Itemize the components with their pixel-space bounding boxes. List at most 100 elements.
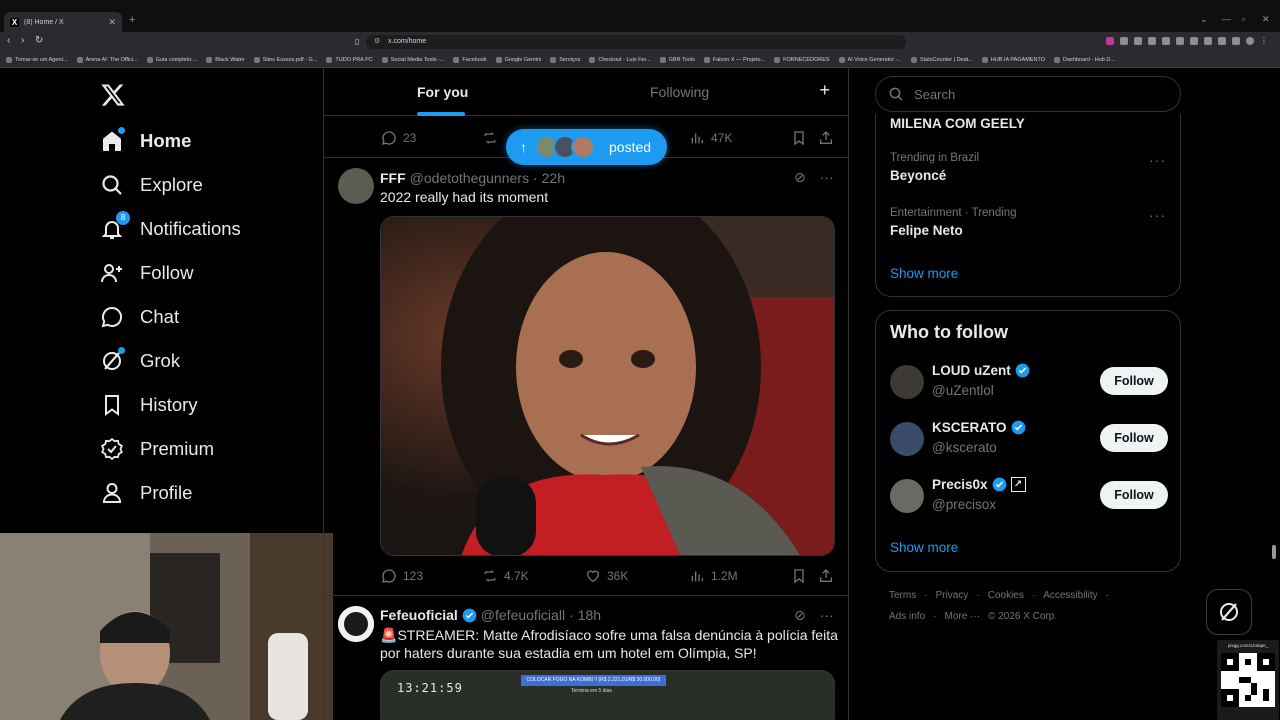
follow-suggestion[interactable]: LOUD uZent @uZentlol Follow bbox=[890, 363, 1168, 403]
trend-item[interactable]: Trending in Brazil Beyoncé bbox=[890, 152, 979, 183]
nav-follow[interactable]: Follow bbox=[100, 258, 193, 288]
maximize-icon[interactable]: ▫ bbox=[1242, 14, 1245, 24]
tweet-media-video[interactable] bbox=[380, 216, 835, 556]
forward-icon[interactable]: › bbox=[21, 35, 24, 46]
menu-icon[interactable]: ⋮ bbox=[1260, 37, 1268, 45]
more-options-icon[interactable]: ··· bbox=[820, 607, 834, 624]
extension-icon[interactable] bbox=[1232, 37, 1240, 45]
footer-link-more[interactable]: More ··· bbox=[944, 611, 980, 622]
nav-grok[interactable]: Grok bbox=[100, 346, 180, 376]
grok-icon[interactable]: ⊘ bbox=[794, 607, 806, 624]
new-tab-icon[interactable]: + bbox=[129, 14, 135, 26]
nav-home[interactable]: Home bbox=[100, 126, 191, 156]
back-icon[interactable]: ‹ bbox=[7, 35, 10, 46]
author-name[interactable]: Fefeuoficial bbox=[380, 607, 458, 623]
tab-search-icon[interactable]: ⌄ bbox=[1200, 14, 1208, 25]
x-logo-icon[interactable] bbox=[100, 82, 126, 108]
bookmark-item[interactable]: GBR Tools bbox=[659, 56, 695, 63]
share-button[interactable] bbox=[818, 130, 834, 146]
retweet-button[interactable] bbox=[482, 130, 498, 146]
more-options-icon[interactable]: ··· bbox=[1149, 152, 1166, 168]
nav-history[interactable]: History bbox=[100, 390, 198, 420]
footer-link-ads-info[interactable]: Ads info bbox=[889, 611, 925, 622]
reply-button[interactable]: 123 bbox=[381, 568, 423, 584]
bookmark-page-icon[interactable]: ▯ bbox=[355, 37, 359, 46]
footer-link-terms[interactable]: Terms bbox=[889, 590, 916, 601]
avatar[interactable] bbox=[890, 479, 924, 513]
bookmark-item[interactable]: TUDO PRA PC bbox=[326, 56, 373, 63]
like-button[interactable]: 36K bbox=[585, 568, 628, 584]
extension-icon[interactable] bbox=[1162, 37, 1170, 45]
follow-suggestion[interactable]: KSCERATO @kscerato Follow bbox=[890, 420, 1168, 460]
profile-icon[interactable] bbox=[1246, 37, 1254, 45]
extension-icon[interactable] bbox=[1176, 37, 1184, 45]
grok-icon[interactable]: ⊘ bbox=[794, 169, 806, 186]
follow-button[interactable]: Follow bbox=[1100, 481, 1168, 509]
grok-floating-button[interactable] bbox=[1206, 589, 1252, 635]
bookmark-item[interactable]: Social Media Tools -... bbox=[381, 56, 444, 63]
footer-link-accessibility[interactable]: Accessibility bbox=[1043, 590, 1097, 601]
tab-following[interactable]: Following bbox=[650, 84, 709, 100]
add-tab-icon[interactable]: + bbox=[819, 80, 830, 101]
bookmark-item[interactable]: Google Gemini bbox=[495, 56, 541, 63]
footer-link-privacy[interactable]: Privacy bbox=[936, 590, 969, 601]
nav-premium[interactable]: Premium bbox=[100, 434, 214, 464]
views-button[interactable]: 47K bbox=[689, 130, 732, 146]
bookmark-item[interactable]: AI Voice Generator -... bbox=[838, 56, 902, 63]
tab-for-you[interactable]: For you bbox=[417, 84, 468, 100]
avatar[interactable] bbox=[890, 365, 924, 399]
author-name[interactable]: FFF bbox=[380, 170, 406, 186]
nav-chat[interactable]: Chat bbox=[100, 302, 179, 332]
tweet-time[interactable]: 22h bbox=[542, 170, 565, 186]
extension-icon[interactable] bbox=[1120, 37, 1128, 45]
bookmark-item[interactable]: Sites Eussos.pdf - G... bbox=[253, 56, 317, 63]
site-info-icon[interactable]: ⚙ bbox=[374, 35, 380, 49]
bookmark-item[interactable]: Dashboard - Hub D... bbox=[1053, 56, 1115, 63]
more-options-icon[interactable]: ··· bbox=[1149, 207, 1166, 223]
avatar[interactable] bbox=[338, 606, 374, 642]
trend-item[interactable]: MILENA COM GEELY bbox=[890, 116, 1025, 131]
bookmark-item[interactable]: HUB IA PAGAMENTO bbox=[981, 56, 1045, 63]
author-handle[interactable]: @odetothegunners bbox=[410, 170, 529, 186]
show-more-follow-link[interactable]: Show more bbox=[890, 540, 958, 555]
extension-icon[interactable] bbox=[1190, 37, 1198, 45]
extension-icon[interactable] bbox=[1106, 37, 1114, 45]
bookmark-item[interactable]: Arena AI: The Offici... bbox=[76, 56, 138, 63]
follow-button[interactable]: Follow bbox=[1100, 367, 1168, 395]
follow-suggestion[interactable]: Precis0x ↗ @precisox Follow bbox=[890, 477, 1168, 517]
more-options-icon[interactable]: ··· bbox=[820, 169, 834, 186]
bookmark-item[interactable]: StatsCounter | Deat... bbox=[910, 56, 973, 63]
tweet-media-image[interactable]: 13:21:59 COLOCAR FOGO NA KOMBI !! (R$ 2.… bbox=[380, 670, 835, 720]
window-close-icon[interactable]: ✕ bbox=[1262, 14, 1270, 25]
retweet-button[interactable]: 4.7K bbox=[482, 568, 529, 584]
show-more-trends-link[interactable]: Show more bbox=[890, 266, 958, 281]
address-bar[interactable]: ⚙ x.com/home bbox=[366, 35, 906, 49]
nav-notifications[interactable]: 8 Notifications bbox=[100, 211, 241, 244]
avatar[interactable] bbox=[338, 168, 374, 204]
page-scrollbar[interactable] bbox=[1272, 545, 1276, 559]
views-button[interactable]: 1.2M bbox=[689, 568, 738, 584]
search-input[interactable]: Search bbox=[875, 76, 1181, 112]
author-handle[interactable]: @fefeuoficiall bbox=[481, 607, 565, 623]
bookmark-item[interactable]: Black Water bbox=[206, 56, 245, 63]
trend-item[interactable]: Entertainment · Trending Felipe Neto bbox=[890, 207, 1017, 238]
minimize-icon[interactable]: — bbox=[1222, 14, 1231, 24]
follow-button[interactable]: Follow bbox=[1100, 424, 1168, 452]
bookmark-item[interactable]: Guia completo:... bbox=[146, 56, 197, 63]
bookmark-item[interactable]: Falcon X — Projeto... bbox=[703, 56, 765, 63]
footer-link-cookies[interactable]: Cookies bbox=[988, 590, 1024, 601]
bookmark-item[interactable]: Checkout - Luis Fer... bbox=[589, 56, 651, 63]
nav-profile[interactable]: Profile bbox=[100, 478, 192, 508]
tweet-time[interactable]: 18h bbox=[578, 607, 601, 623]
close-tab-icon[interactable]: ✕ bbox=[108, 17, 116, 28]
bookmark-item[interactable]: Facebook bbox=[453, 56, 487, 63]
browser-tab[interactable]: X (8) Home / X ✕ bbox=[4, 12, 122, 32]
share-button[interactable] bbox=[818, 568, 834, 584]
extension-icon[interactable] bbox=[1218, 37, 1226, 45]
new-posts-pill[interactable]: ↑ posted bbox=[506, 129, 667, 165]
bookmark-button[interactable] bbox=[791, 130, 807, 146]
bookmark-item[interactable]: Tornar-se um Agent... bbox=[6, 56, 68, 63]
avatar[interactable] bbox=[890, 422, 924, 456]
bookmark-button[interactable] bbox=[791, 568, 807, 584]
extension-icon[interactable] bbox=[1148, 37, 1156, 45]
